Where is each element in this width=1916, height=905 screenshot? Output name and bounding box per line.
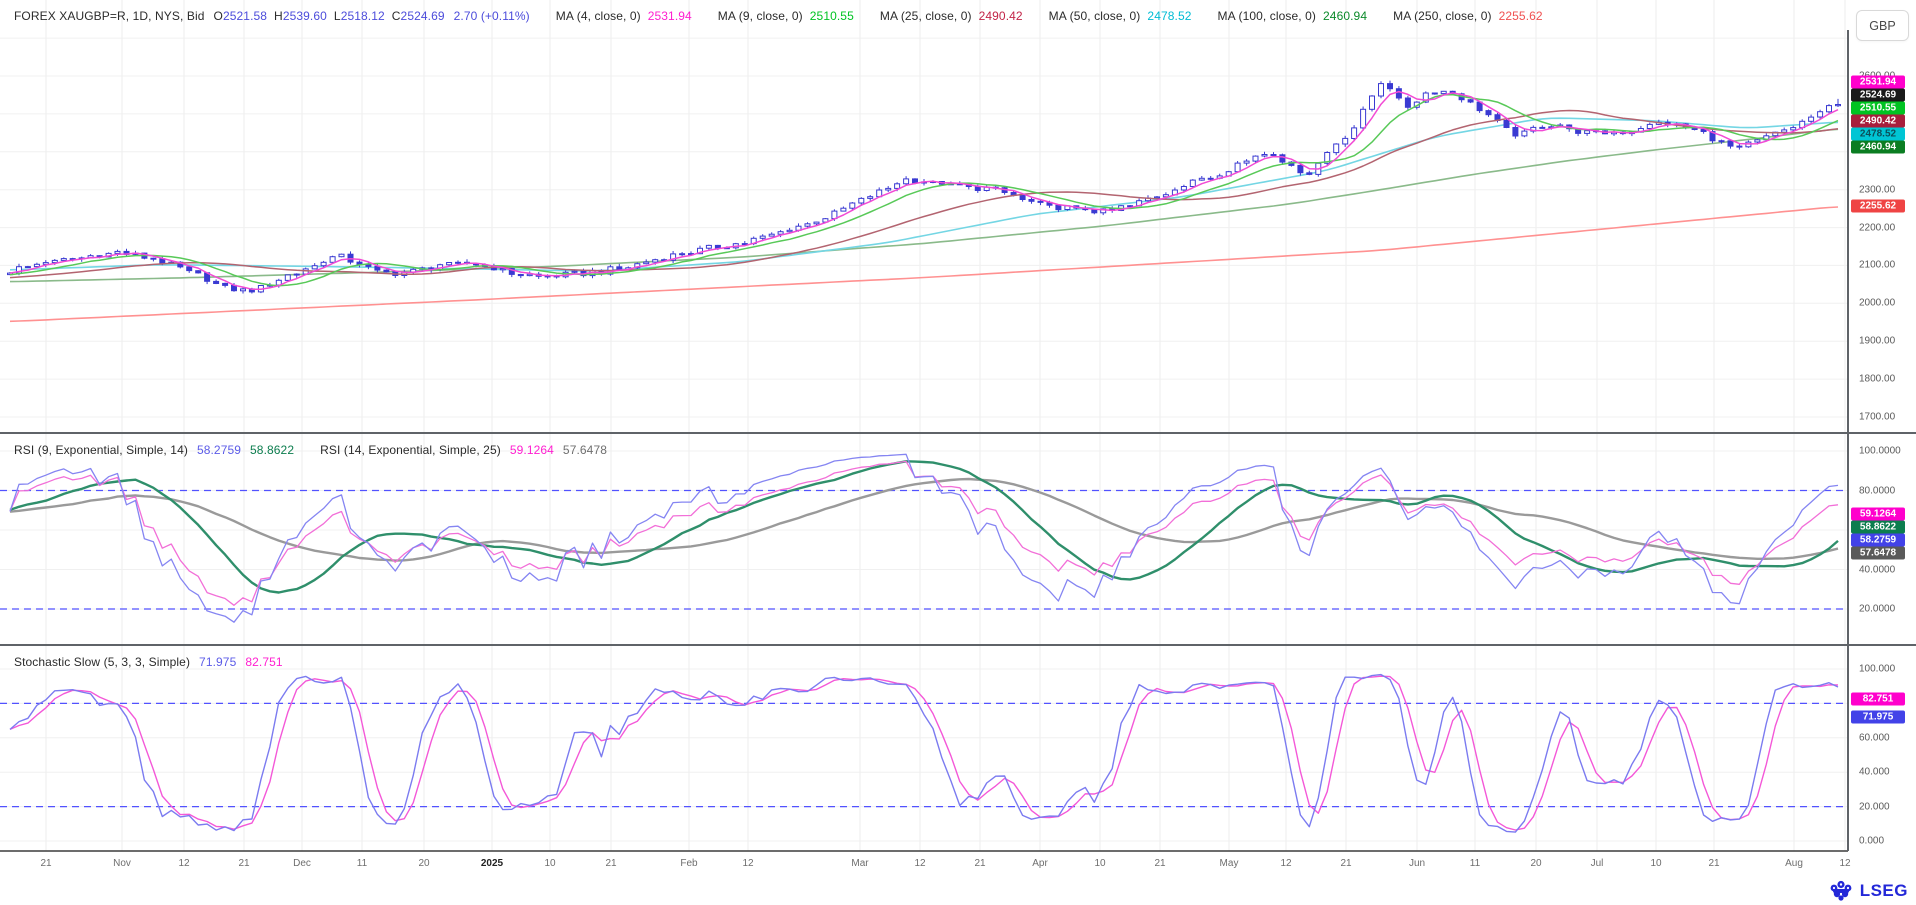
main-legend-segment: 2478.52 [1147,9,1191,23]
main-legend-segment: 2531.94 [648,9,692,23]
rsi-legend-segment: RSI (9, Exponential, Simple, 14) [14,443,188,457]
rsi-legend-segment: 58.8622 [250,443,294,457]
stochastic-legend[interactable]: Stochastic Slow (5, 3, 3, Simple) 71.975 8… [14,655,283,669]
trading-chart-app: { "currency_button": {"label": "GBP"}, "… [0,0,1916,905]
main-legend-segment: 2510.55 [810,9,854,23]
rsi-legend-segment: RSI (14, Exponential, Simple, 25) [320,443,501,457]
stoch-legend-segment: 71.975 [199,655,236,669]
main-chart-legend[interactable]: FOREX XAUGBP=R, 1D, NYS, BidO2521.58H253… [14,9,1543,23]
main-legend-segment: MA (100, close, 0) [1218,9,1317,23]
main-legend-segment: MA (4, close, 0) [556,9,641,23]
main-legend-segment: L [334,9,341,23]
main-legend-segment: C [392,9,401,23]
rsi-legend-segment: 58.2759 [197,443,241,457]
currency-label: GBP [1869,19,1895,33]
rsi-legend[interactable]: RSI (9, Exponential, Simple, 14) 58.2759 5… [14,443,607,457]
main-legend-segment: 2490.42 [979,9,1023,23]
main-legend-segment: O [214,9,223,23]
main-legend-segment: 2524.69 [401,9,445,23]
main-legend-segment: FOREX XAUGBP=R, 1D, NYS, Bid [14,9,205,23]
main-legend-segment: MA (250, close, 0) [1393,9,1492,23]
main-legend-segment: 2460.94 [1323,9,1367,23]
main-legend-segment: MA (25, close, 0) [880,9,972,23]
stoch-legend-segment: Stochastic Slow (5, 3, 3, Simple) [14,655,190,669]
rsi-legend-segment: 57.6478 [563,443,607,457]
main-legend-segment: MA (9, close, 0) [718,9,803,23]
main-legend-segment: MA (50, close, 0) [1049,9,1141,23]
main-legend-segment: 2539.60 [283,9,327,23]
stoch-legend-segment: 82.751 [245,655,282,669]
main-legend-segment: 2521.58 [223,9,267,23]
rsi-legend-segment: 59.1264 [510,443,554,457]
main-legend-segment: 2255.62 [1499,9,1543,23]
main-legend-segment: 2518.12 [341,9,385,23]
currency-axis-button[interactable]: GBP [1856,10,1909,41]
main-legend-segment: H [274,9,283,23]
main-legend-segment: 2.70 (+0.11%) [454,9,530,23]
